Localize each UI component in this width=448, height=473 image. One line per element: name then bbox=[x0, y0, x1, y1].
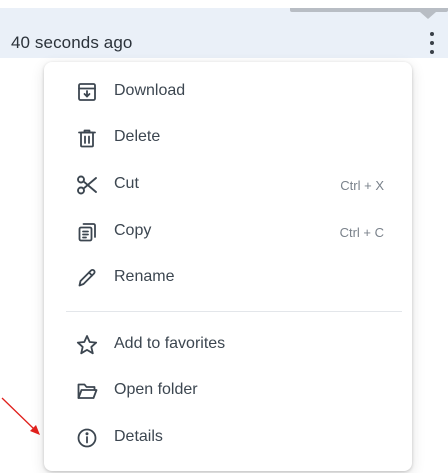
menu-item-details[interactable]: Details bbox=[44, 416, 412, 460]
folder-open-icon bbox=[75, 379, 99, 403]
pencil-icon bbox=[75, 266, 99, 290]
menu-item-copy[interactable]: Copy Ctrl + C bbox=[44, 210, 412, 254]
more-vertical-icon[interactable] bbox=[424, 29, 440, 57]
menu-item-open-folder[interactable]: Open folder bbox=[44, 369, 412, 413]
menu-item-rename[interactable]: Rename bbox=[44, 256, 412, 300]
shortcut-hint: Ctrl + C bbox=[339, 225, 384, 240]
copy-icon bbox=[75, 220, 99, 244]
menu-item-label: Delete bbox=[114, 128, 161, 145]
menu-divider bbox=[66, 311, 402, 312]
menu-item-cut[interactable]: Cut Ctrl + X bbox=[44, 163, 412, 207]
menu-item-add-to-favorites[interactable]: Add to favorites bbox=[44, 323, 412, 367]
trash-icon bbox=[75, 126, 99, 150]
menu-item-label: Download bbox=[114, 82, 186, 99]
scissors-icon bbox=[75, 173, 99, 197]
shortcut-hint: Ctrl + X bbox=[340, 178, 384, 193]
menu-item-label: Cut bbox=[114, 175, 139, 192]
menu-item-label: Add to favorites bbox=[114, 335, 226, 352]
menu-item-label: Open folder bbox=[114, 381, 198, 398]
row-notch bbox=[420, 12, 436, 19]
menu-item-delete[interactable]: Delete bbox=[44, 116, 412, 160]
star-icon bbox=[75, 333, 99, 357]
menu-item-label: Rename bbox=[114, 268, 175, 285]
modified-timestamp: 40 seconds ago bbox=[11, 33, 133, 52]
download-icon bbox=[75, 80, 99, 104]
menu-item-label: Details bbox=[114, 428, 163, 445]
context-menu: Download Delete Cut Ctrl + X Copy Ctrl +… bbox=[44, 62, 412, 471]
info-icon bbox=[75, 426, 99, 450]
menu-item-download[interactable]: Download bbox=[44, 70, 412, 114]
annotation-arrow bbox=[1, 397, 40, 435]
file-row[interactable]: 40 seconds ago bbox=[0, 8, 448, 58]
menu-item-label: Copy bbox=[114, 222, 152, 239]
